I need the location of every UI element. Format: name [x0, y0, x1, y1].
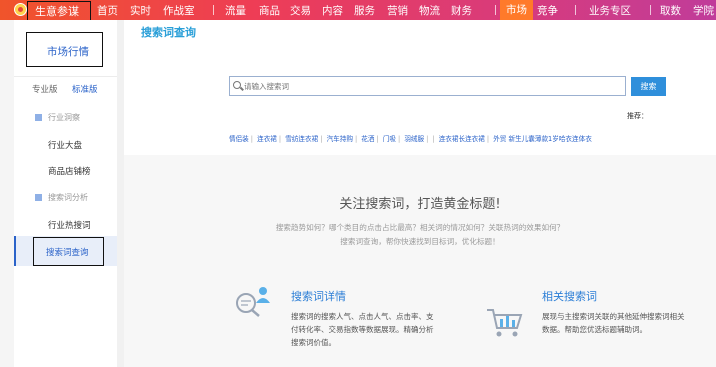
feature-desc-related-search: 展现与主搜索词关联的其他延伸搜索词相关 数据。帮助您优选标题辅助词。: [542, 310, 685, 336]
sidebar-group-label: 行业洞察: [48, 113, 80, 122]
search-field[interactable]: [229, 76, 626, 96]
version-tab-standard[interactable]: 标准版: [72, 83, 98, 95]
intro-subtext: 搜索词查询，帮你快速找到目标词，优化标题！: [340, 237, 500, 246]
hotword-list: 情侣装 | 连衣裙 | 雪纺连衣裙 | 汽车持购 | 花洒 | 门吸 | 羽绒服 | | 连衣裙…: [229, 135, 592, 143]
feature-desc-search-detail: 搜索词的搜索人气、点击人气、点击率、支 付转化率、交易指数等数据展现。精确分析 …: [291, 310, 434, 349]
feature-title-related-search[interactable]: 相关搜索词: [542, 288, 597, 304]
nav-item-finance[interactable]: 财务: [451, 3, 472, 18]
nav-item-home[interactable]: 首页: [97, 3, 118, 18]
sidebar-group-search-analysis: 搜索词分析: [35, 192, 88, 203]
sidebar-item-shop-ranking[interactable]: 商品店铺榜: [48, 165, 91, 177]
feature-title-search-detail[interactable]: 搜索词详情: [291, 288, 346, 304]
hotword-link[interactable]: 连衣裙: [257, 135, 277, 143]
nav-item-content[interactable]: 内容: [322, 3, 343, 18]
hotword-link[interactable]: 外贸 新生儿囊薄款1岁哈衣连体衣: [493, 135, 592, 143]
hotword-link[interactable]: 雪纺连衣裙: [285, 135, 318, 143]
cart-chart-icon: [487, 309, 523, 337]
intro-subtext: 搜索趋势如何？哪个类目的点击占比最高？相关词的情况如何？关联热词的效果如何？: [275, 223, 565, 232]
top-nav-bar: 生意参谋 首页 实时 作战室 流量 商品 交易 内容 服务 营销 物流 财务 市…: [0, 0, 716, 28]
nav-item-academy[interactable]: 学院: [693, 3, 714, 18]
intro-headline: 关注搜索词，打造黄金标题!: [339, 197, 501, 212]
sidebar-group-industry-insight: 行业洞察: [35, 112, 80, 123]
nav-item-competition[interactable]: 竞争: [537, 3, 558, 18]
search-icon: [233, 81, 241, 89]
hotword-link[interactable]: 连衣裙长连衣裙: [439, 135, 485, 143]
nav-item-realtime[interactable]: 实时: [130, 3, 151, 18]
feature-desc-line: 搜索词的搜索人气、点击人气、点击率、支: [291, 312, 434, 321]
nav-item-war-room[interactable]: 作战室: [163, 3, 195, 18]
feature-desc-line: 搜索词价值。: [291, 338, 336, 347]
search-button[interactable]: 搜索: [631, 77, 666, 96]
industry-chart-icon: [35, 114, 42, 121]
hotword-link[interactable]: 花洒: [361, 135, 374, 143]
feature-desc-line: 展现与主搜索词关联的其他延伸搜索词相关: [542, 312, 685, 321]
nav-item-market[interactable]: 市场: [500, 0, 533, 20]
nav-item-business-zone[interactable]: 业务专区: [589, 3, 631, 18]
hotword-link[interactable]: 门吸: [383, 135, 396, 143]
sidebar: 市场行情 专业版 标准版 行业洞察 行业大盘 商品店铺榜 搜索词分析 行业热搜词…: [14, 20, 117, 367]
hotword-link[interactable]: 羽绒服: [404, 135, 424, 143]
hotword-link[interactable]: 情侣装: [229, 135, 249, 143]
brand-logo-icon: [14, 3, 27, 16]
recommend-label: 推荐：: [627, 112, 648, 120]
nav-separator: [575, 5, 576, 15]
nav-item-data-fetch[interactable]: 取数: [660, 3, 681, 18]
hotword-link[interactable]: 汽车持购: [327, 135, 353, 143]
nav-item-goods[interactable]: 商品: [259, 3, 280, 18]
nav-item-logistics[interactable]: 物流: [419, 3, 440, 18]
nav-item-trade[interactable]: 交易: [290, 3, 311, 18]
nav-separator: [650, 5, 651, 15]
feature-desc-line: 数据。帮助您优选标题辅助词。: [542, 325, 647, 334]
nav-item-marketing[interactable]: 营销: [387, 3, 408, 18]
nav-separator: [213, 5, 214, 15]
search-person-icon: [236, 287, 270, 317]
version-tab-pro[interactable]: 专业版: [32, 83, 58, 95]
app-root: 生意参谋 首页 实时 作战室 流量 商品 交易 内容 服务 营销 物流 财务 市…: [0, 0, 716, 367]
feature-desc-line: 付转化率、交易指数等数据展现。精确分析: [291, 325, 434, 334]
page-title: 搜索词查询: [141, 26, 196, 39]
sidebar-group-label: 搜索词分析: [48, 193, 88, 202]
sidebar-item-industry-overview[interactable]: 行业大盘: [48, 139, 82, 151]
main-content: 搜索词查询 搜索 推荐： 情侣装| 连衣裙| 雪纺连衣裙| 汽车持购| 花洒| …: [124, 20, 716, 367]
sidebar-divider: [14, 76, 117, 77]
sidebar-active-highlight-box: [33, 237, 104, 266]
search-analysis-icon: [35, 194, 42, 201]
nav-separator: [495, 5, 496, 15]
sidebar-title-highlight-box: [26, 32, 103, 67]
nav-item-traffic[interactable]: 流量: [225, 3, 246, 18]
search-input[interactable]: [244, 79, 614, 93]
sidebar-item-hot-search[interactable]: 行业热搜词: [48, 219, 91, 231]
nav-item-service[interactable]: 服务: [354, 3, 375, 18]
